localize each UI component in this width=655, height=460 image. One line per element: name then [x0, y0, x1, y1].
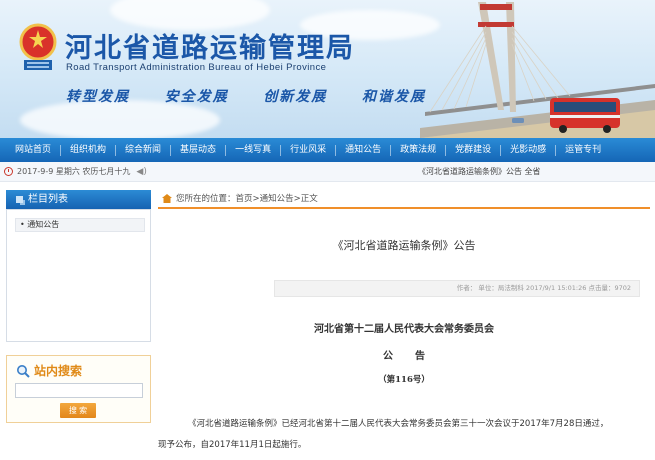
article-paragraph: 《河北省道路运输条例》已经河北省第十二届人民代表大会常务委员会第三十一次会议于2… — [188, 419, 609, 429]
breadcrumb-separator: > — [293, 193, 301, 204]
notice-number: （第116号） — [378, 375, 430, 385]
search-heading: 站内搜索 — [16, 362, 82, 379]
sidebar-header: 栏目列表 — [6, 190, 151, 209]
nav-item-organization[interactable]: 组织机构 — [61, 138, 115, 162]
sidebar-list: • 通知公告 — [6, 209, 151, 342]
article-content: 《河北省道路运输条例》公告 作者： 单位：局法制科 2017/9/1 15:01… — [158, 211, 650, 460]
slogan: 和谐发展 — [361, 89, 426, 105]
breadcrumb-separator: > — [252, 193, 260, 204]
issuing-organization: 河北省第十二届人民代表大会常务委员会 — [314, 324, 494, 335]
nav-item-grassroots[interactable]: 基层动态 — [171, 138, 225, 162]
article-meta: 作者： 单位：局法制科 2017/9/1 15:01:26 点击量：9702 — [274, 280, 640, 297]
article-title: 《河北省道路运输条例》公告 — [332, 239, 476, 252]
search-button[interactable]: 搜 索 — [60, 403, 96, 418]
sidebar-item-label: 通知公告 — [27, 220, 60, 229]
main-nav: 网站首页 组织机构 综合新闻 基层动态 一线写真 行业风采 通知公告 政策法规 … — [0, 138, 655, 162]
nav-item-party[interactable]: 党群建设 — [446, 138, 500, 162]
sidebar-item-notices[interactable]: • 通知公告 — [15, 218, 145, 232]
nav-item-policy[interactable]: 政策法规 — [391, 138, 445, 162]
home-icon — [162, 194, 172, 203]
nav-item-journal[interactable]: 运管专刊 — [556, 138, 610, 162]
current-date: 2017-9-9 星期六 农历七月十九 — [17, 167, 131, 176]
bridge-and-bus-illustration — [420, 2, 655, 138]
info-bar: 2017-9-9 星期六 农历七月十九 ◀) 《河北省道路运输条例》公告 全省 — [0, 162, 655, 182]
scrolling-notice[interactable]: 《河北省道路运输条例》公告 全省 — [418, 166, 541, 177]
slogan-row: 转型发展 安全发展 创新发展 和谐发展 — [66, 86, 426, 106]
site-title: 河北省道路运输管理局 — [65, 33, 355, 64]
sidebar-title: 栏目列表 — [28, 194, 68, 205]
nav-item-gallery[interactable]: 光影动感 — [501, 138, 555, 162]
breadcrumb-current: 正文 — [300, 193, 318, 204]
article-paragraph-continued: 现予公布，自2017年11月1日起施行。 — [158, 440, 307, 450]
breadcrumb: 您所在的位置： 首页 > 通知公告 > 正文 — [158, 190, 650, 209]
site-banner: 河北省道路运输管理局 Road Transport Administration… — [0, 0, 655, 138]
search-icon — [17, 364, 30, 378]
breadcrumb-notices[interactable]: 通知公告 — [260, 190, 294, 208]
list-icon — [16, 196, 23, 203]
breadcrumb-home[interactable]: 首页 — [236, 190, 253, 208]
breadcrumb-prefix: 您所在的位置： — [176, 193, 236, 204]
nav-item-news[interactable]: 综合新闻 — [116, 138, 170, 162]
state-emblem-icon — [19, 23, 57, 70]
notice-heading: 公告 — [383, 351, 447, 362]
search-title: 站内搜索 — [34, 364, 83, 378]
nav-item-industry[interactable]: 行业风采 — [281, 138, 335, 162]
nav-item-notices[interactable]: 通知公告 — [336, 138, 390, 162]
nav-item-home[interactable]: 网站首页 — [6, 138, 60, 162]
slogan: 创新发展 — [263, 89, 328, 105]
nav-item-frontline[interactable]: 一线写真 — [226, 138, 280, 162]
slogan: 转型发展 — [66, 89, 130, 105]
speaker-icon: ◀) — [136, 166, 147, 177]
site-title-english: Road Transport Administration Bureau of … — [66, 62, 327, 73]
site-search-panel: 站内搜索 搜 索 — [6, 355, 151, 423]
search-input[interactable] — [15, 383, 143, 398]
clock-icon — [4, 167, 13, 176]
slogan: 安全发展 — [164, 89, 229, 105]
